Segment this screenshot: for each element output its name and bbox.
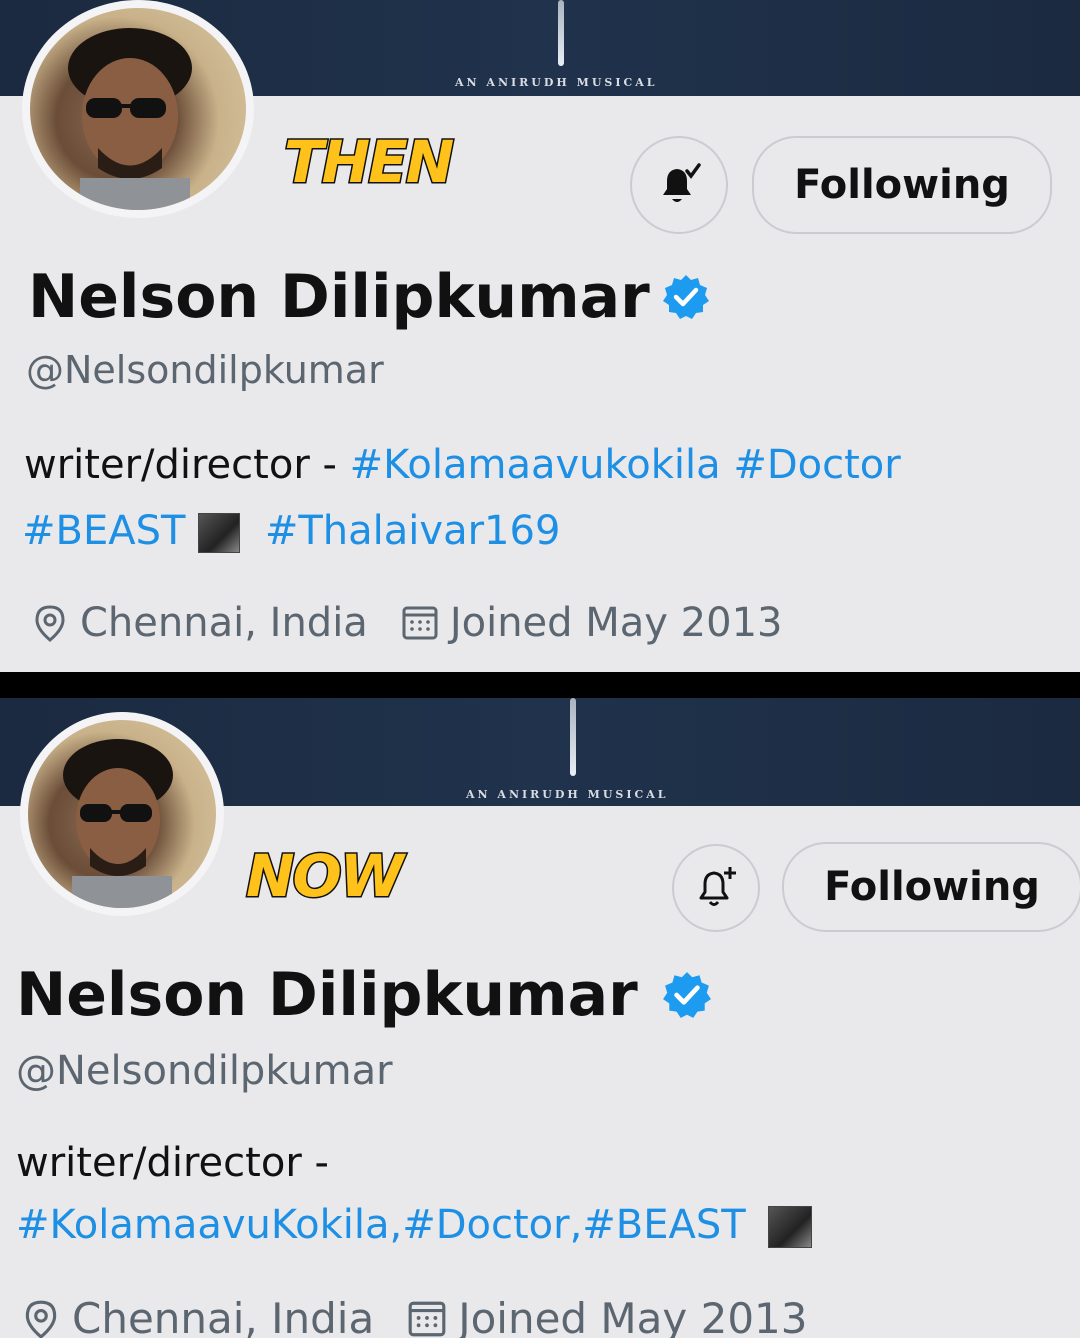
avatar-face [68, 28, 192, 210]
profile-handle: @Nelsondilpkumar [26, 348, 384, 392]
hashtag-link[interactable]: #Thalaivar169 [265, 508, 561, 554]
profile-bio-line2: #KolamaavuKokila,#Doctor,#BEAST [16, 1202, 813, 1248]
then-profile-panel: AN ANIRUDH MUSICAL THEN Following Nelson… [0, 0, 1080, 672]
bell-filled-checked-icon [663, 163, 701, 202]
emoji-image [768, 1206, 813, 1248]
avatar-photo [28, 720, 216, 908]
banner-blade [558, 0, 564, 66]
now-profile-panel: AN ANIRUDH MUSICAL NOW Following Nelson … [0, 698, 1080, 1338]
profile-name-text: Nelson Dilipkumar [28, 262, 650, 332]
location-text: Chennai, India [72, 1294, 375, 1338]
profile-bio-line1: writer/director - [16, 1140, 329, 1186]
now-label: NOW [245, 841, 406, 912]
profile-bio-line1: writer/director - #Kolamaavukokila #Doct… [24, 442, 901, 488]
following-button[interactable]: Following [782, 842, 1080, 932]
avatar-photo [30, 8, 246, 210]
calendar-icon [408, 1301, 446, 1336]
verified-badge-icon [662, 972, 711, 1018]
hashtag-link[interactable]: #BEAST [22, 508, 185, 554]
banner-caption: AN ANIRUDH MUSICAL [455, 76, 658, 89]
avatar[interactable] [20, 712, 224, 916]
calendar-icon [402, 606, 438, 640]
profile-name: Nelson Dilipkumar [16, 960, 712, 1030]
hashtag-link[interactable]: #Doctor [733, 442, 900, 488]
banner-blade [570, 698, 576, 776]
profile-bio-line2: #BEAST #Thalaivar169 [22, 508, 560, 554]
avatar-face [63, 739, 173, 908]
profile-meta: Chennai, India Joined May 2013 [20, 1294, 808, 1338]
emoji-image [198, 513, 241, 553]
profile-name-text: Nelson Dilipkumar [16, 960, 638, 1030]
profile-name: Nelson Dilipkumar [28, 262, 710, 332]
avatar[interactable] [22, 0, 254, 218]
notification-bell-button[interactable] [630, 136, 728, 234]
notification-bell-button[interactable] [672, 844, 760, 932]
location-pin-icon [25, 1300, 57, 1338]
panel-divider [0, 672, 1080, 698]
profile-meta: Chennai, India Joined May 2013 [30, 600, 782, 646]
joined-text: Joined May 2013 [449, 600, 783, 646]
joined-text: Joined May 2013 [458, 1294, 808, 1338]
following-button[interactable]: Following [752, 136, 1052, 234]
verified-badge-icon [662, 275, 709, 319]
hashtag-links[interactable]: #KolamaavuKokila,#Doctor,#BEAST [16, 1202, 746, 1248]
location-text: Chennai, India [80, 600, 368, 646]
banner-caption: AN ANIRUDH MUSICAL [466, 788, 669, 801]
then-label: THEN [282, 127, 455, 198]
bio-text: writer/director - [24, 442, 350, 488]
bell-plus-icon [699, 867, 736, 906]
hashtag-link[interactable]: #Kolamaavukokila [350, 442, 721, 488]
location-pin-icon [35, 605, 65, 642]
profile-handle: @Nelsondilpkumar [16, 1048, 393, 1094]
